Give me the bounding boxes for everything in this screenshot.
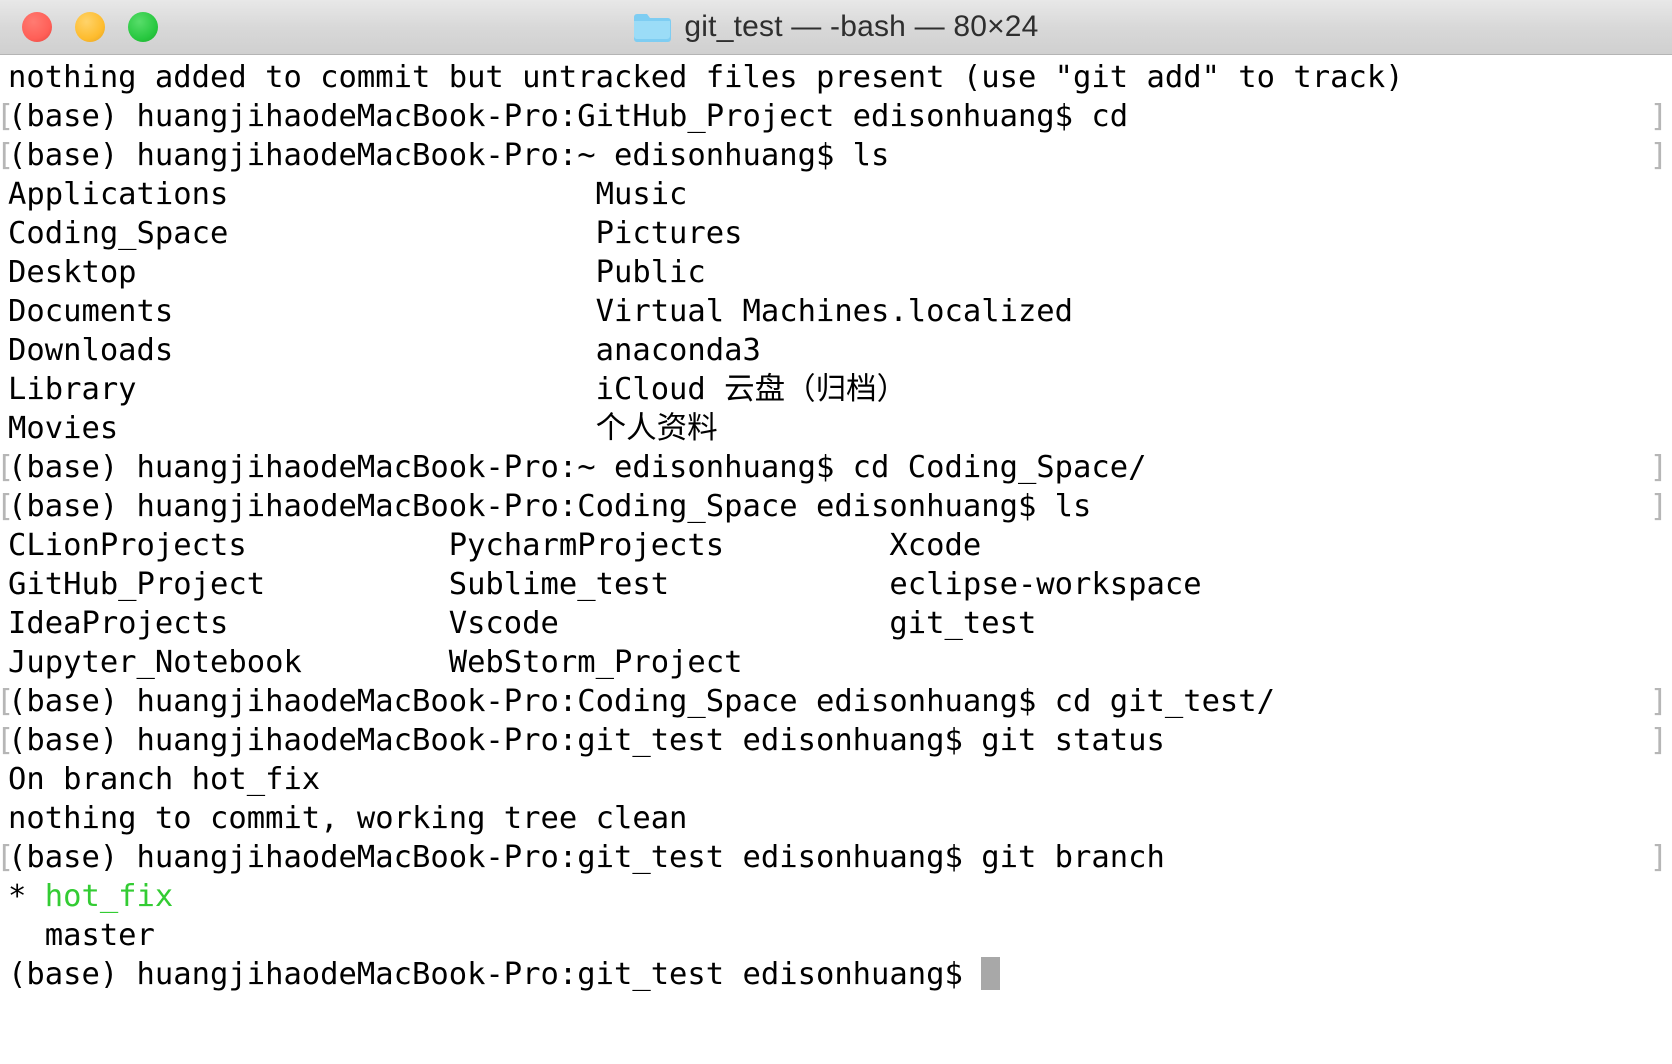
terminal-text: Jupyter_Notebook WebStorm_Project: [8, 645, 743, 680]
terminal-text: Coding_Space Pictures: [8, 216, 743, 251]
maximize-button[interactable]: [128, 12, 158, 42]
terminal-text: (base) huangjihaodeMacBook-Pro:git_test …: [8, 723, 1165, 758]
terminal-line: Jupyter_Notebook WebStorm_Project: [0, 643, 1672, 682]
terminal-line: Movies 个人资料: [0, 409, 1672, 448]
text-cursor: [981, 957, 1001, 990]
terminal-text: Library iCloud 云盘（归档）: [8, 372, 908, 407]
terminal-text: Desktop Public: [8, 255, 706, 290]
terminal-line: (base) huangjihaodeMacBook-Pro:~ edisonh…: [0, 448, 1672, 487]
terminal-line: CLionProjects PycharmProjects Xcode: [0, 526, 1672, 565]
terminal-line: nothing added to commit but untracked fi…: [0, 58, 1672, 97]
terminal-text: Movies 个人资料: [8, 411, 718, 446]
terminal-line: IdeaProjects Vscode git_test: [0, 604, 1672, 643]
terminal-line: Documents Virtual Machines.localized: [0, 292, 1672, 331]
terminal-line: (base) huangjihaodeMacBook-Pro:git_test …: [0, 955, 1672, 994]
terminal-line: Coding_Space Pictures: [0, 214, 1672, 253]
terminal-line: (base) huangjihaodeMacBook-Pro:git_test …: [0, 721, 1672, 760]
minimize-button[interactable]: [75, 12, 105, 42]
terminal-line: nothing to commit, working tree clean: [0, 799, 1672, 838]
terminal-text: CLionProjects PycharmProjects Xcode: [8, 528, 982, 563]
close-button[interactable]: [22, 12, 52, 42]
window-controls: [22, 12, 158, 42]
terminal-text: IdeaProjects Vscode git_test: [8, 606, 1037, 641]
terminal-text: (base) huangjihaodeMacBook-Pro:git_test …: [8, 840, 1165, 875]
terminal-text: (base) huangjihaodeMacBook-Pro:~ edisonh…: [8, 450, 1147, 485]
terminal-text: GitHub_Project Sublime_test eclipse-work…: [8, 567, 1202, 602]
terminal-text: (base) huangjihaodeMacBook-Pro:~ edisonh…: [8, 138, 890, 173]
terminal-line: (base) huangjihaodeMacBook-Pro:GitHub_Pr…: [0, 97, 1672, 136]
terminal-window: git_test — -bash — 80×24 nothing added t…: [0, 0, 1672, 1064]
window-title: git_test — -bash — 80×24: [684, 10, 1039, 43]
terminal-text: (base) huangjihaodeMacBook-Pro:Coding_Sp…: [8, 684, 1276, 719]
terminal-text: (base) huangjihaodeMacBook-Pro:Coding_Sp…: [8, 489, 1092, 524]
terminal-output[interactable]: nothing added to commit but untracked fi…: [0, 55, 1672, 1064]
terminal-line: * hot_fix: [0, 877, 1672, 916]
terminal-text: nothing to commit, working tree clean: [8, 801, 688, 836]
terminal-text: Downloads anaconda3: [8, 333, 761, 368]
terminal-line: Downloads anaconda3: [0, 331, 1672, 370]
folder-icon: [634, 14, 672, 42]
terminal-line: (base) huangjihaodeMacBook-Pro:Coding_Sp…: [0, 682, 1672, 721]
current-branch-name: hot_fix: [44, 879, 174, 914]
terminal-text: (base) huangjihaodeMacBook-Pro:GitHub_Pr…: [8, 99, 1129, 134]
window-titlebar[interactable]: git_test — -bash — 80×24: [0, 0, 1672, 55]
terminal-text: (base) huangjihaodeMacBook-Pro:git_test …: [8, 957, 982, 992]
terminal-text: Applications Music: [8, 177, 688, 212]
terminal-text: nothing added to commit but untracked fi…: [8, 60, 1404, 95]
terminal-line: (base) huangjihaodeMacBook-Pro:git_test …: [0, 838, 1672, 877]
window-title-group: git_test — -bash — 80×24: [0, 0, 1672, 54]
terminal-line: master: [0, 916, 1672, 955]
terminal-text: On branch hot_fix: [8, 762, 321, 797]
terminal-text: master: [8, 918, 155, 953]
terminal-text: Documents Virtual Machines.localized: [8, 294, 1074, 329]
terminal-line: Desktop Public: [0, 253, 1672, 292]
terminal-line: GitHub_Project Sublime_test eclipse-work…: [0, 565, 1672, 604]
terminal-line: Applications Music: [0, 175, 1672, 214]
terminal-line: (base) huangjihaodeMacBook-Pro:Coding_Sp…: [0, 487, 1672, 526]
terminal-line: On branch hot_fix: [0, 760, 1672, 799]
terminal-text: *: [8, 879, 45, 914]
terminal-line: Library iCloud 云盘（归档）: [0, 370, 1672, 409]
terminal-line: (base) huangjihaodeMacBook-Pro:~ edisonh…: [0, 136, 1672, 175]
